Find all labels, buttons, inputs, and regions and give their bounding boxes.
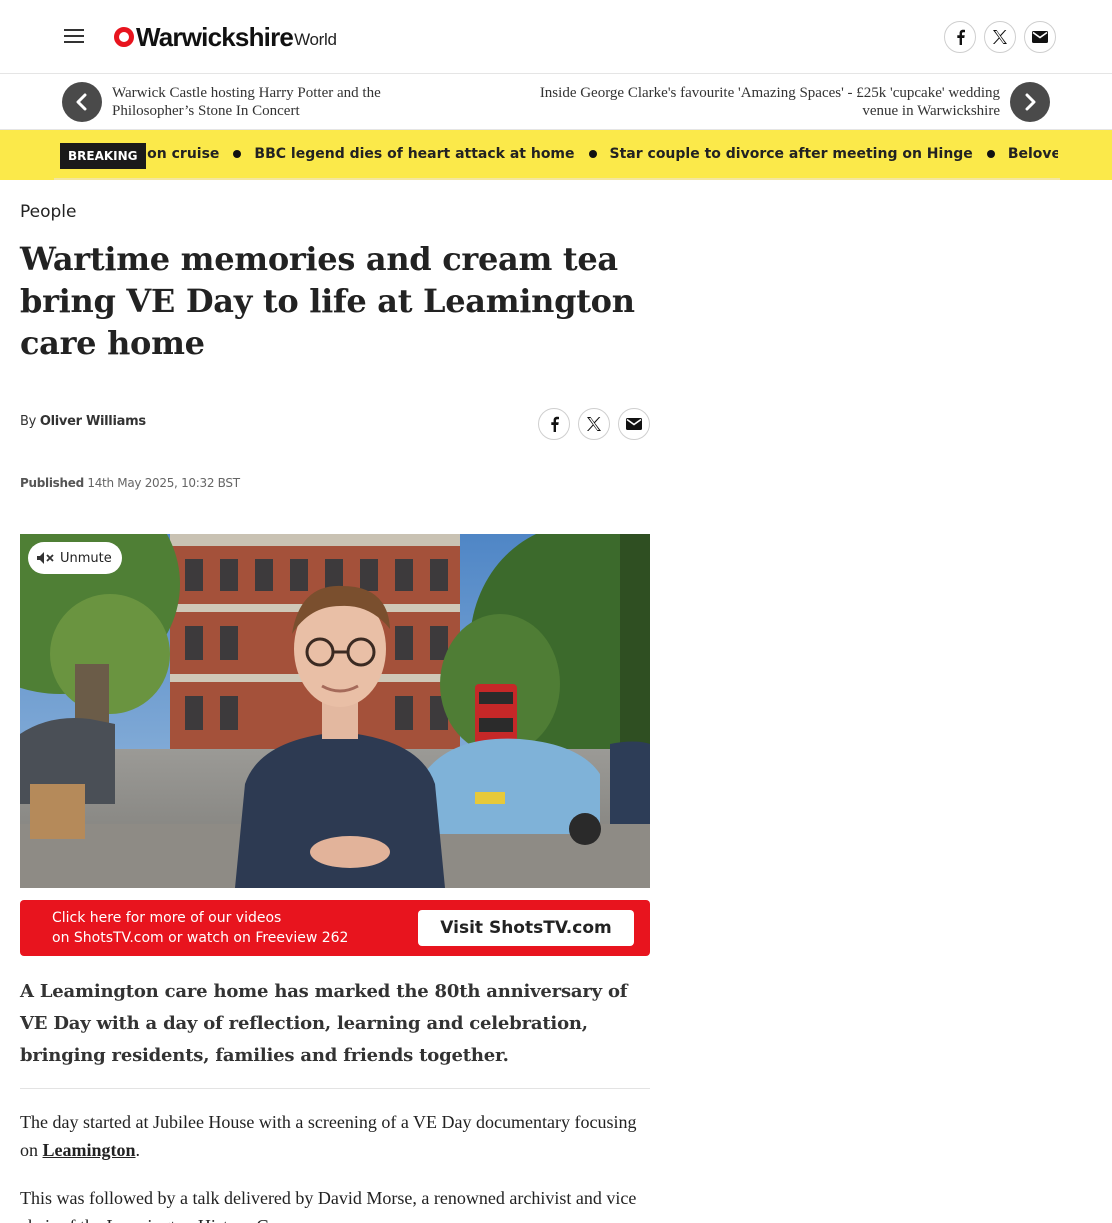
breaking-ticker: in dies on cruise BBC legend dies of hear… xyxy=(136,130,1058,180)
leamington-link[interactable]: Leamington xyxy=(43,1140,136,1160)
video-frame xyxy=(20,534,650,888)
speaker-muted-icon xyxy=(37,552,54,564)
x-icon[interactable] xyxy=(578,408,610,440)
shotstv-line-2: on ShotsTV.com or watch on Freeview 262 xyxy=(52,930,349,946)
site-header: Warwickshire World xyxy=(0,0,1112,74)
visit-shotstv-button[interactable]: Visit ShotsTV.com xyxy=(418,910,634,946)
ticker-item[interactable]: Star couple to divorce after meeting on … xyxy=(610,146,973,162)
breaking-divider xyxy=(54,178,1060,180)
next-arrow-icon[interactable] xyxy=(1010,82,1050,122)
published-info: Published 14th May 2025, 10:32 BST xyxy=(20,476,240,490)
facebook-icon[interactable] xyxy=(538,408,570,440)
ticker-item[interactable]: Beloved comedian xyxy=(1008,146,1058,162)
published-label: Published xyxy=(20,476,84,490)
logo-main-text: Warwickshire xyxy=(136,21,294,52)
breaking-label: BREAKING xyxy=(60,143,146,169)
content-divider xyxy=(20,1088,650,1089)
ticker-separator xyxy=(986,149,995,158)
logo-dot xyxy=(114,27,134,47)
article-standfirst: A Leamington care home has marked the 80… xyxy=(20,981,628,1066)
byline: By Oliver Williams xyxy=(20,414,146,429)
ticker-item[interactable]: BBC legend dies of heart attack at home xyxy=(254,146,574,162)
logo-sub-text: World xyxy=(294,30,337,49)
unmute-label: Unmute xyxy=(60,550,112,566)
shotstv-promo-text: Click here for more of our videos on Sho… xyxy=(52,908,348,948)
hamburger-icon[interactable] xyxy=(64,29,84,45)
email-icon[interactable] xyxy=(618,408,650,440)
paragraph-text: . xyxy=(135,1140,141,1160)
video-player[interactable]: Unmute xyxy=(20,534,650,888)
byline-prefix: By xyxy=(20,414,37,429)
prev-arrow-icon[interactable] xyxy=(62,82,102,122)
ticker-separator xyxy=(233,149,242,158)
ticker-separator xyxy=(588,149,597,158)
shotstv-banner[interactable]: Click here for more of our videos on Sho… xyxy=(20,900,650,956)
article-nav-bar: Warwick Castle hosting Harry Potter and … xyxy=(0,75,1112,130)
email-icon[interactable] xyxy=(1024,21,1056,53)
breaking-news-bar: BREAKING in dies on cruise BBC legend die… xyxy=(0,130,1112,180)
x-icon[interactable] xyxy=(984,21,1016,53)
facebook-icon[interactable] xyxy=(944,21,976,53)
published-date: 14th May 2025, 10:32 BST xyxy=(87,476,240,490)
next-article-link[interactable]: Inside George Clarke's favourite 'Amazin… xyxy=(520,84,1000,120)
shotstv-line-1: Click here for more of our videos xyxy=(52,910,282,926)
unmute-button[interactable]: Unmute xyxy=(28,542,122,574)
ticker-item[interactable]: in dies on cruise xyxy=(136,146,219,162)
article-headline: Wartime memories and cream tea bring VE … xyxy=(20,240,635,362)
section-label[interactable]: People xyxy=(20,202,76,222)
article-paragraph: The day started at Jubilee House with a … xyxy=(20,1108,650,1164)
prev-article-link[interactable]: Warwick Castle hosting Harry Potter and … xyxy=(112,84,452,120)
site-logo[interactable]: Warwickshire World xyxy=(114,22,337,52)
article-paragraph: This was followed by a talk delivered by… xyxy=(20,1188,637,1223)
author-name[interactable]: Oliver Williams xyxy=(40,414,146,429)
